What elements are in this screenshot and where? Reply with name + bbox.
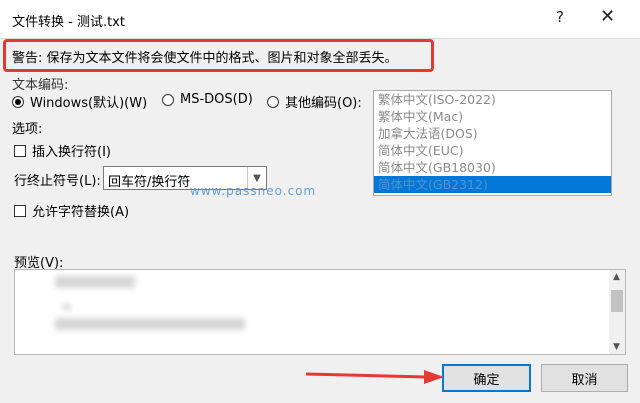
radio-msdos-indicator[interactable] xyxy=(162,93,174,106)
encoding-listbox[interactable]: 繁体中文(ISO-2022) 繁体中文(Mac) 加拿大法语(DOS) 简体中文… xyxy=(373,90,612,196)
preview-scrollbar[interactable]: ▲ ▼ xyxy=(609,270,625,354)
radio-other-label: 其他编码(O): xyxy=(285,96,362,111)
watermark: www.passneo.com xyxy=(190,184,317,198)
encoding-section-label: 文本编码: xyxy=(12,78,69,93)
blurred-preview-text xyxy=(63,304,71,310)
encoding-list-item-selected[interactable]: 简体中文(GB2312) xyxy=(374,176,611,193)
warning-highlight-box xyxy=(3,39,434,72)
encoding-list-item[interactable]: 加拿大法语(DOS) xyxy=(374,125,611,142)
scroll-down-icon[interactable]: ▼ xyxy=(613,342,620,352)
encoding-list-item[interactable]: 简体中文(GB18030) xyxy=(374,159,611,176)
ok-button[interactable]: 确定 xyxy=(442,364,531,392)
help-button[interactable]: ? xyxy=(556,8,564,26)
cancel-button[interactable]: 取消 xyxy=(541,364,628,392)
radio-windows-label: Windows(默认)(W) xyxy=(30,96,148,111)
line-end-value: 回车符/换行符 xyxy=(108,175,191,190)
encoding-list-item[interactable]: 简体中文(EUC) xyxy=(374,142,611,159)
close-button[interactable]: ✕ xyxy=(600,6,615,27)
radio-other[interactable]: 其他编码(O): xyxy=(267,92,362,111)
options-section-label: 选项: xyxy=(12,122,43,137)
allow-substitution-label: 允许字符替换(A) xyxy=(32,205,130,220)
radio-other-indicator[interactable] xyxy=(267,95,279,108)
encoding-list-item[interactable]: 繁体中文(Mac) xyxy=(374,108,611,125)
insert-line-break-label: 插入换行符(I) xyxy=(32,145,111,160)
radio-msdos[interactable]: MS-DOS(D) xyxy=(162,92,253,107)
scroll-up-icon[interactable]: ▲ xyxy=(613,272,620,282)
window-title: 文件转换 - 测试.txt xyxy=(12,15,125,30)
insert-line-break-checkbox[interactable]: 插入换行符(I) xyxy=(14,141,111,160)
radio-windows-indicator[interactable] xyxy=(12,95,24,108)
radio-windows[interactable]: Windows(默认)(W) xyxy=(12,92,147,111)
blurred-preview-text xyxy=(55,318,245,330)
checkbox-box[interactable] xyxy=(14,204,26,217)
allow-substitution-checkbox[interactable]: 允许字符替换(A) xyxy=(14,201,129,220)
scroll-thumb[interactable] xyxy=(611,290,623,312)
blurred-preview-text xyxy=(55,276,135,288)
radio-msdos-label: MS-DOS(D) xyxy=(180,92,253,107)
preview-area[interactable]: ▲ ▼ xyxy=(14,269,626,355)
checkbox-box[interactable] xyxy=(14,144,26,157)
annotation-arrow-icon xyxy=(306,370,444,384)
encoding-list-item[interactable]: 繁体中文(ISO-2022) xyxy=(374,91,611,108)
line-end-label: 行终止符号(L): xyxy=(14,174,101,189)
